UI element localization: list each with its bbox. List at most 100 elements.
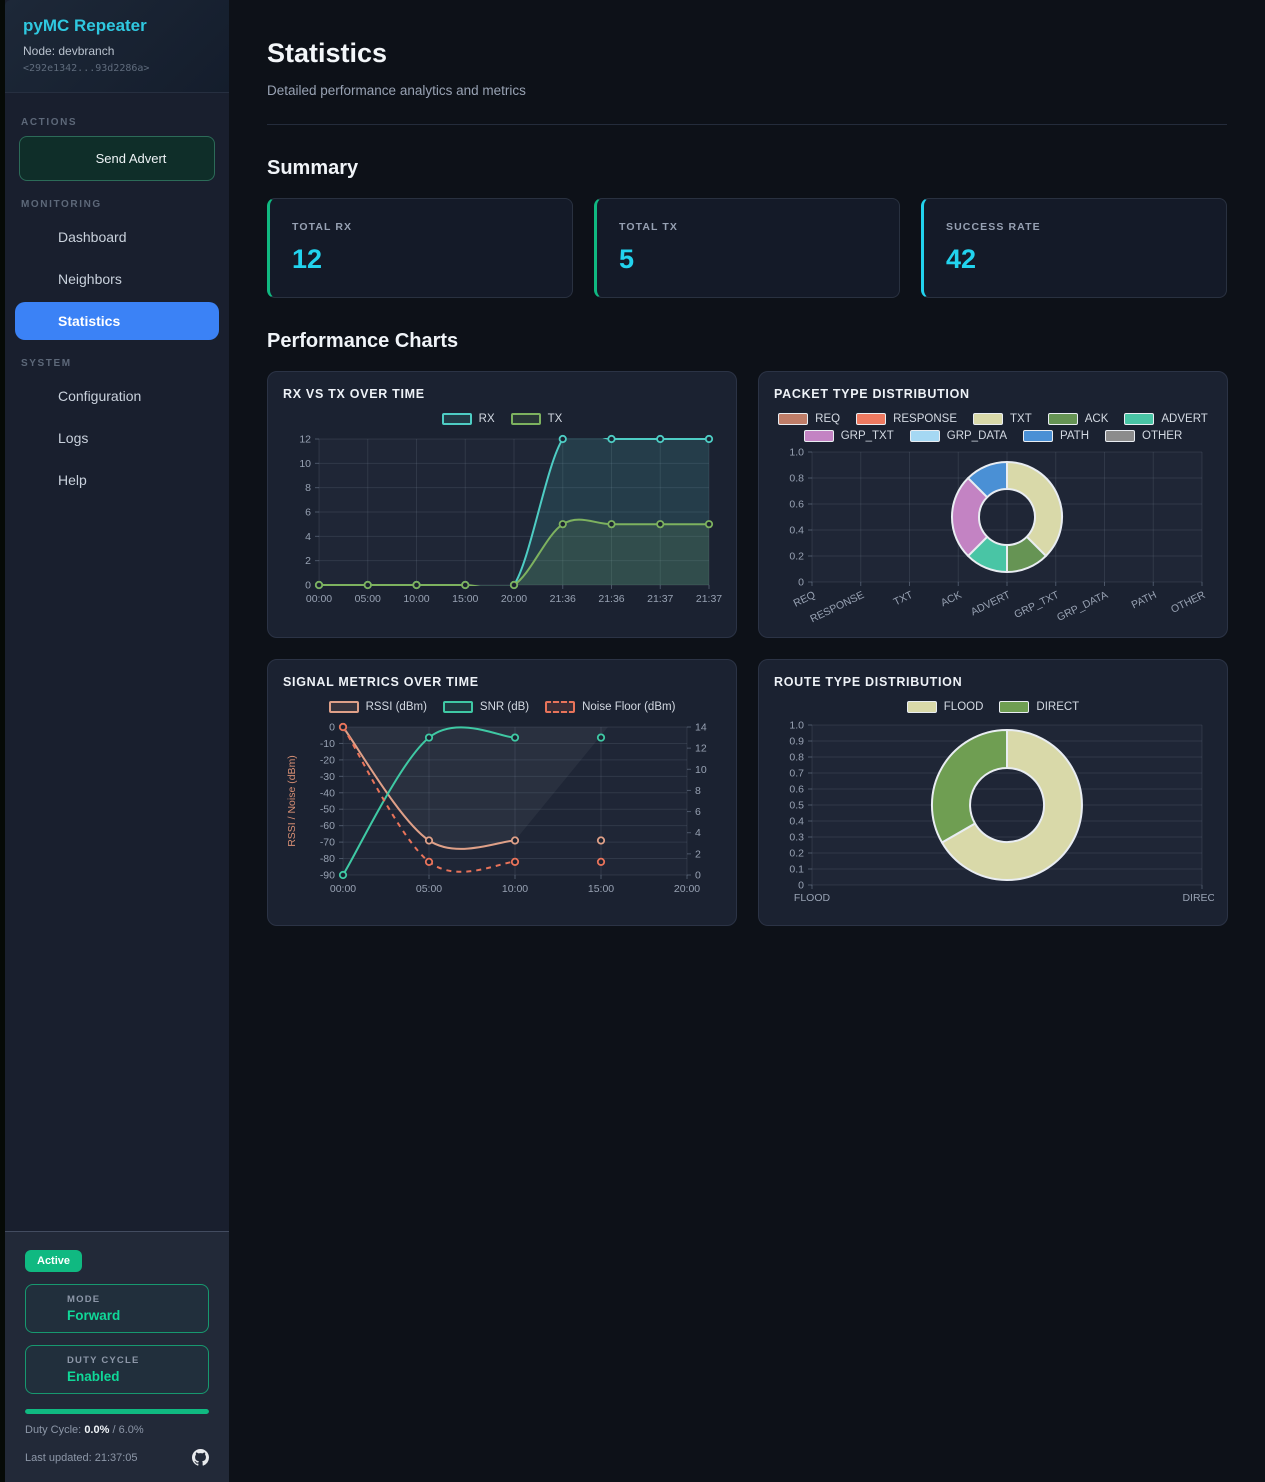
main-content: Statistics Detailed performance analytic… [229,0,1265,1482]
github-icon[interactable] [192,1449,209,1466]
legend-label: OTHER [1142,430,1182,442]
status-badge: Active [25,1250,82,1272]
svg-text:-20: -20 [320,754,335,766]
duty-cycle-max: 6.0% [119,1424,144,1436]
legend-item-tx[interactable]: TX [511,413,563,425]
svg-text:-30: -30 [320,771,335,783]
legend-item-noise-floor-dbm-[interactable]: Noise Floor (dBm) [545,701,675,713]
sidebar-item-label: Configuration [58,388,141,404]
sidebar-item-label: Dashboard [58,229,127,245]
charts-grid: RX VS TX OVER TIMERXTX12108642000:0005:0… [267,371,1227,926]
legend-label: TX [548,413,563,425]
legend-item-direct[interactable]: DIRECT [999,701,1079,713]
legend-swatch [973,413,1003,425]
chart-canvas-rx_tx: 12108642000:0005:0010:0015:0020:0021:362… [283,431,723,613]
svg-text:21:36: 21:36 [550,593,576,605]
legend-item-grp-txt[interactable]: GRP_TXT [804,430,894,442]
svg-text:0.2: 0.2 [789,551,804,563]
chart-canvas-packet_types: 1.00.80.60.40.20REQRESPONSETXTACKADVERTG… [774,448,1214,626]
svg-text:GRP_DATA: GRP_DATA [1055,589,1110,624]
legend-swatch [999,701,1029,713]
legend-swatch [1048,413,1078,425]
summary-cards: TOTAL RX12TOTAL TX5SUCCESS RATE42 [267,198,1227,298]
chart-legend-rx_tx: RX TX [442,413,563,425]
svg-text:0.3: 0.3 [789,832,804,844]
legend-item-ack[interactable]: ACK [1048,413,1109,425]
duty-cycle-prefix: Duty Cycle: [25,1424,81,1436]
svg-text:6: 6 [305,507,311,519]
summary-card-label: TOTAL TX [619,221,877,233]
legend-item-advert[interactable]: ADVERT [1124,413,1207,425]
chart-card-packet_types: PACKET TYPE DISTRIBUTIONREQRESPONSETXTAC… [758,371,1228,638]
app-title: pyMC Repeater [23,16,211,36]
chart-title-route_types: ROUTE TYPE DISTRIBUTION [774,675,1212,689]
svg-text:20:00: 20:00 [501,593,527,605]
svg-text:15:00: 15:00 [588,883,614,895]
legend-item-grp-data[interactable]: GRP_DATA [910,430,1007,442]
duty-cycle-current: 0.0% [84,1424,109,1436]
duty-progress-bar [25,1409,209,1414]
sidebar-item-configuration[interactable]: Configuration [15,377,219,415]
svg-text:8: 8 [305,482,311,494]
legend-swatch [1105,430,1135,442]
svg-text:0.4: 0.4 [789,816,804,828]
node-label: Node: devbranch [23,44,211,58]
summary-card-success-rate: SUCCESS RATE42 [921,198,1227,298]
svg-text:12: 12 [695,743,707,755]
svg-text:20:00: 20:00 [674,883,700,895]
mode-value: Forward [67,1308,120,1323]
legend-swatch [329,701,359,713]
summary-card-label: TOTAL RX [292,221,550,233]
legend-swatch [778,413,808,425]
svg-text:ADVERT: ADVERT [969,589,1013,619]
legend-label: ACK [1085,413,1109,425]
legend-swatch [856,413,886,425]
legend-item-response[interactable]: RESPONSE [856,413,957,425]
svg-text:TXT: TXT [892,589,916,609]
file-icon [28,429,46,447]
legend-item-req[interactable]: REQ [778,413,840,425]
summary-card-label: SUCCESS RATE [946,221,1204,233]
sidebar-item-label: Statistics [58,313,120,329]
svg-text:4: 4 [695,827,701,839]
legend-label: FLOOD [944,701,984,713]
legend-item-rssi-dbm-[interactable]: RSSI (dBm) [329,701,427,713]
send-advert-button[interactable]: Send Advert [19,136,215,181]
svg-text:10: 10 [299,458,311,470]
legend-item-rx[interactable]: RX [442,413,495,425]
wrench-icon [28,387,46,405]
svg-text:0.8: 0.8 [789,473,804,485]
bar-chart-icon [28,312,46,330]
sidebar-item-help[interactable]: Help [15,461,219,499]
svg-text:14: 14 [695,722,707,734]
chart-title-signal: SIGNAL METRICS OVER TIME [283,675,721,689]
legend-item-flood[interactable]: FLOOD [907,701,984,713]
legend-swatch [910,430,940,442]
node-hash: <292e1342...93d2286a> [23,63,211,74]
legend-label: PATH [1060,430,1089,442]
sidebar-item-statistics[interactable]: Statistics [15,302,219,340]
legend-item-path[interactable]: PATH [1023,430,1089,442]
svg-text:0.9: 0.9 [789,736,804,748]
sidebar-item-neighbors[interactable]: Neighbors [15,260,219,298]
svg-text:00:00: 00:00 [306,593,332,605]
duty-cycle-text: Duty Cycle: 0.0% / 6.0% [25,1424,209,1436]
svg-text:10: 10 [695,764,707,776]
legend-swatch [511,413,541,425]
sidebar-item-dashboard[interactable]: Dashboard [15,218,219,256]
legend-item-snr-db-[interactable]: SNR (dB) [443,701,529,713]
svg-text:0: 0 [305,580,311,592]
svg-text:OTHER: OTHER [1169,589,1208,616]
svg-text:05:00: 05:00 [416,883,442,895]
sidebar-item-label: Help [58,472,87,488]
legend-label: SNR (dB) [480,701,529,713]
legend-swatch [804,430,834,442]
legend-swatch [443,701,473,713]
legend-item-txt[interactable]: TXT [973,413,1032,425]
legend-item-other[interactable]: OTHER [1105,430,1182,442]
legend-label: GRP_TXT [841,430,894,442]
refresh-icon [38,1297,56,1320]
mode-card: MODE Forward [25,1284,209,1333]
charts-section-title: Performance Charts [267,330,1227,353]
sidebar-item-logs[interactable]: Logs [15,419,219,457]
